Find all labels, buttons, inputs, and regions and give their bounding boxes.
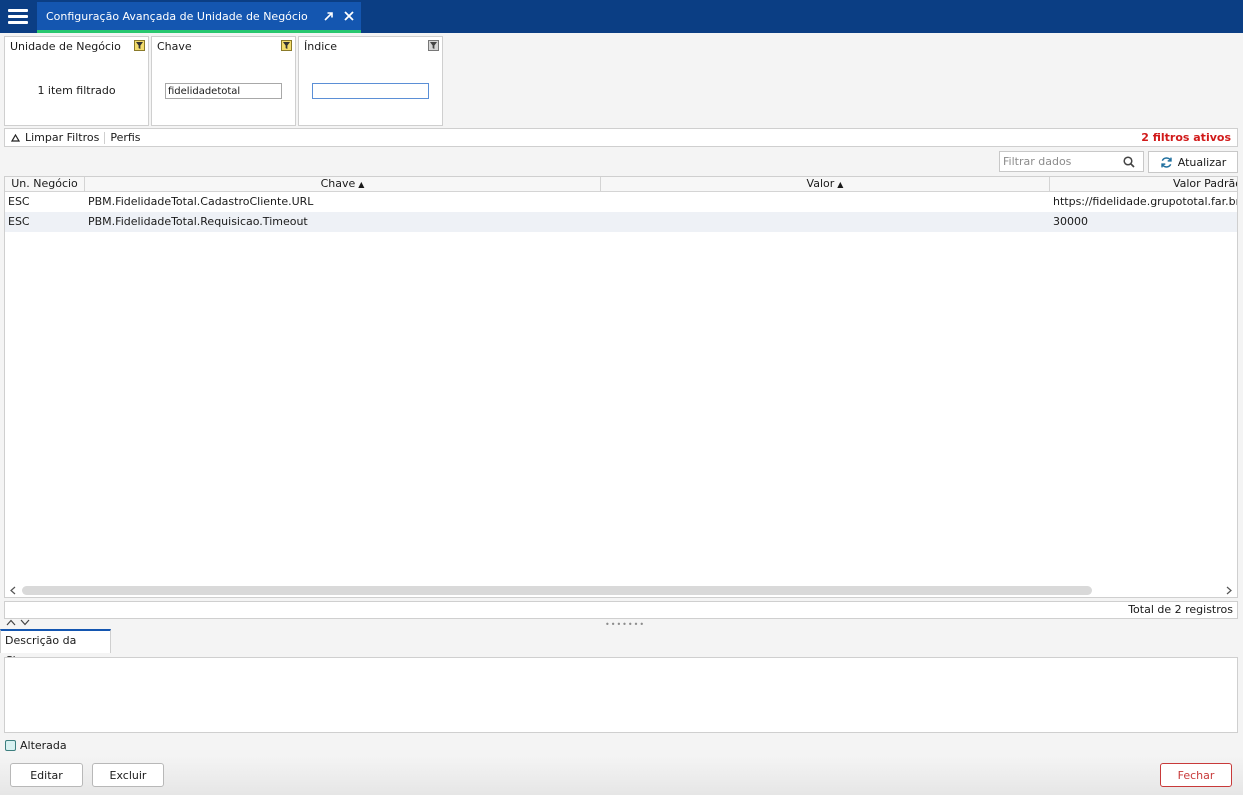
filter-summary: 1 item filtrado: [37, 84, 116, 97]
sort-asc-icon: ▲: [837, 180, 844, 189]
filter-label: Índice: [304, 40, 338, 53]
table-row[interactable]: ESC PBM.FidelidadeTotal.Requisicao.Timeo…: [5, 212, 1237, 232]
scroll-left-icon[interactable]: [7, 584, 19, 596]
scroll-right-icon[interactable]: [1223, 584, 1235, 596]
key-filter-input[interactable]: [165, 83, 282, 99]
column-header-value[interactable]: Valor ▲: [601, 177, 1050, 192]
grid-header: Un. Negócio Chave ▲ Valor ▲ Valor Padrão: [5, 177, 1237, 192]
refresh-label: Atualizar: [1177, 155, 1227, 169]
refresh-icon: [1161, 156, 1172, 168]
filter-label: Unidade de Negócio: [10, 40, 121, 53]
cell-unit: ESC: [8, 195, 30, 208]
altered-label: Alterada: [20, 739, 67, 752]
total-records: Total de 2 registros: [4, 601, 1238, 619]
altered-checkbox[interactable]: Alterada: [5, 739, 67, 752]
edit-button[interactable]: Editar: [10, 763, 83, 787]
filter-funnel-icon[interactable]: [281, 40, 292, 51]
tab-advanced-config[interactable]: Configuração Avançada de Unidade de Negó…: [37, 2, 361, 33]
tab-title: Configuração Avançada de Unidade de Negó…: [46, 9, 308, 23]
filter-label: Chave: [157, 40, 192, 53]
column-header-key[interactable]: Chave ▲: [85, 177, 601, 192]
cell-default-value: 30000: [1053, 215, 1088, 228]
horizontal-scrollbar[interactable]: [5, 583, 1237, 597]
close-button[interactable]: Fechar: [1160, 763, 1232, 787]
cell-unit: ESC: [8, 215, 30, 228]
cell-default-value: https://fidelidade.grupototal.far.br/: [1053, 195, 1238, 208]
clear-filters-link[interactable]: Limpar Filtros: [25, 131, 99, 144]
filter-index: Índice: [298, 36, 443, 126]
column-header-business-unit[interactable]: Un. Negócio: [5, 177, 85, 192]
cell-value: [604, 192, 1048, 212]
cell-key: PBM.FidelidadeTotal.CadastroCliente.URL: [88, 195, 314, 208]
key-description-panel: [4, 657, 1238, 733]
table-row[interactable]: ESC PBM.FidelidadeTotal.CadastroCliente.…: [5, 192, 1237, 212]
filter-funnel-icon[interactable]: [134, 40, 145, 51]
data-search-box: [999, 151, 1144, 172]
index-filter-input[interactable]: [312, 83, 429, 99]
data-search-input[interactable]: [1000, 152, 1120, 171]
filters-bar: Limpar Filtros Perfis 2 filtros ativos: [4, 128, 1238, 147]
separator: [104, 131, 106, 144]
chevron-down-icon[interactable]: [20, 619, 30, 626]
cell-key: PBM.FidelidadeTotal.Requisicao.Timeout: [88, 215, 308, 228]
column-header-default-value[interactable]: Valor Padrão: [1050, 177, 1237, 192]
close-icon[interactable]: [341, 8, 357, 24]
checkbox-box[interactable]: [5, 740, 16, 751]
sort-asc-icon: ▲: [358, 180, 365, 189]
filter-business-unit[interactable]: Unidade de Negócio 1 item filtrado: [4, 36, 149, 126]
cell-value: [604, 212, 1048, 232]
undock-arrow-icon[interactable]: [321, 8, 337, 24]
hamburger-menu-icon[interactable]: [0, 0, 36, 33]
search-icon[interactable]: [1120, 153, 1138, 171]
profiles-link[interactable]: Perfis: [110, 131, 140, 144]
title-bar: Configuração Avançada de Unidade de Negó…: [0, 0, 1243, 33]
refresh-button[interactable]: Atualizar: [1148, 151, 1238, 173]
collapse-triangle-icon[interactable]: [11, 133, 20, 142]
footer-bar: Editar Excluir Fechar: [0, 756, 1243, 795]
scrollbar-thumb[interactable]: [22, 586, 1092, 595]
chevron-up-icon[interactable]: [6, 619, 16, 626]
panel-splitter[interactable]: •••••••: [0, 619, 1243, 629]
splitter-grip-icon[interactable]: •••••••: [605, 621, 645, 629]
filter-funnel-icon[interactable]: [428, 40, 439, 51]
tab-key-description[interactable]: Descrição da Chave: [0, 629, 111, 667]
delete-button[interactable]: Excluir: [92, 763, 164, 787]
data-grid: Un. Negócio Chave ▲ Valor ▲ Valor Padrão E…: [4, 176, 1238, 598]
active-filters-count: 2 filtros ativos: [1141, 131, 1231, 144]
filter-key: Chave: [151, 36, 296, 126]
